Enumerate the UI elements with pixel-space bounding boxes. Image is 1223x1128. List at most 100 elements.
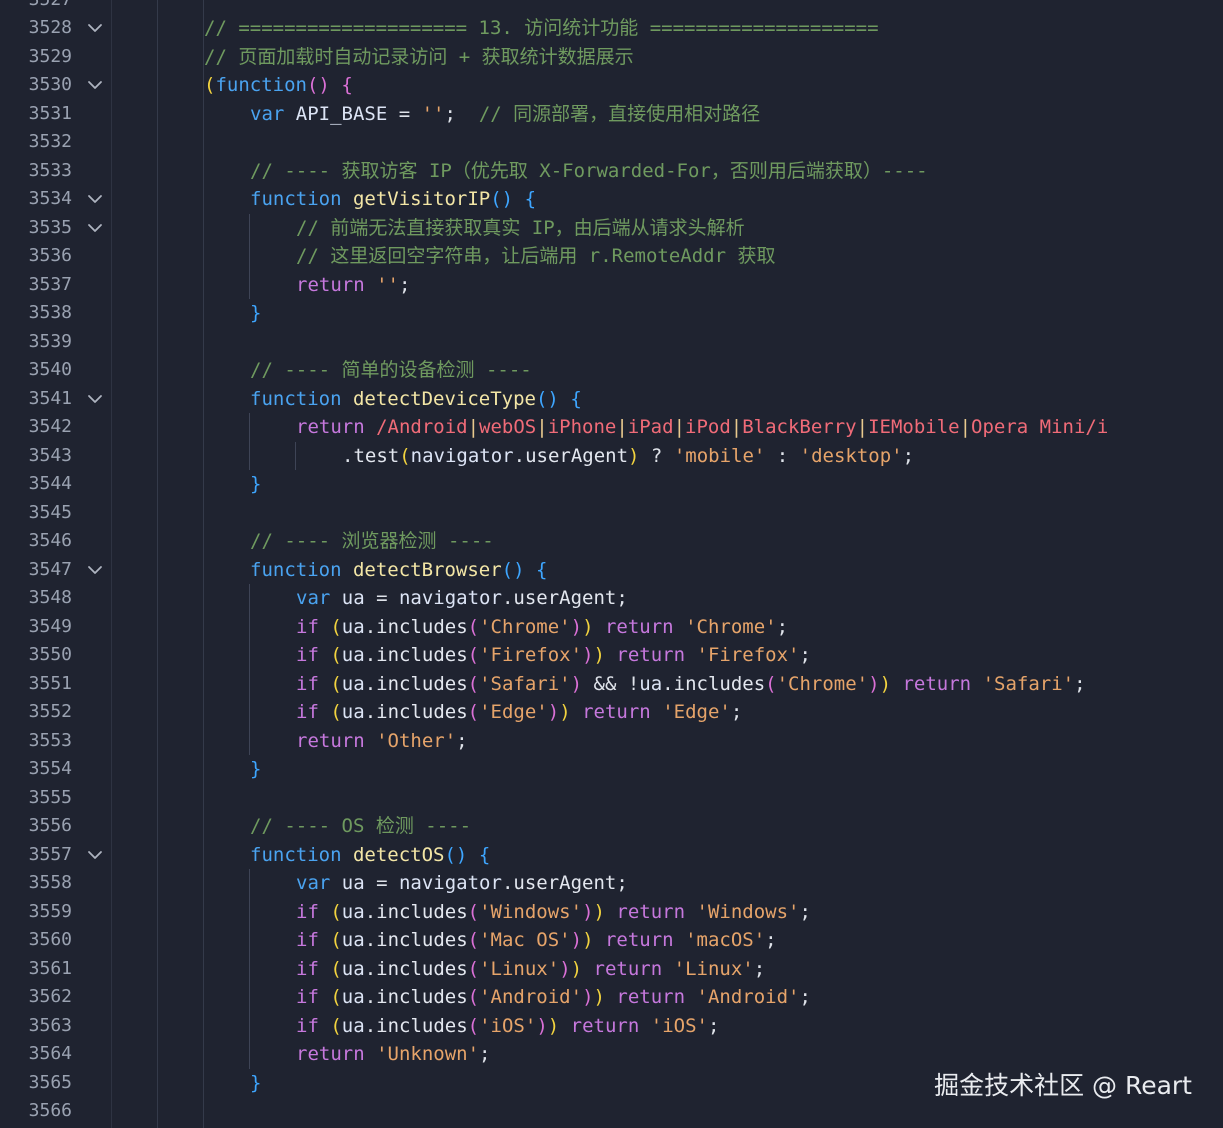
code-line[interactable]: 3537 return ''; (0, 270, 1223, 300)
code-text[interactable]: function getVisitorIP() { (250, 185, 536, 214)
code-line[interactable]: 3559 if (ua.includes('Windows')) return '… (0, 897, 1223, 927)
code-text[interactable]: // ---- 简单的设备检测 ---- (250, 356, 532, 385)
code-line[interactable]: 3539 (0, 328, 1223, 357)
code-text[interactable]: if (ua.includes('Linux')) return 'Linux'… (296, 955, 765, 984)
code-text[interactable]: } (250, 1069, 261, 1098)
line-number[interactable]: 3550 (0, 641, 72, 670)
line-number[interactable]: 3555 (0, 784, 72, 813)
code-line[interactable]: 3531 var API_BASE = ''; // 同源部署，直接使用相对路径 (0, 100, 1223, 129)
line-number[interactable]: 3566 (0, 1097, 72, 1126)
code-text[interactable]: // ---- 获取访客 IP（优先取 X-Forwarded-For，否则用后… (250, 157, 928, 186)
code-line[interactable]: 3529 // 页面加载时自动记录访问 + 获取统计数据展示 (0, 43, 1223, 72)
code-text[interactable]: function detectBrowser() { (250, 556, 547, 585)
line-number[interactable]: 3558 (0, 869, 72, 898)
code-line[interactable]: 3543 .test(navigator.userAgent) ? 'mobile… (0, 441, 1223, 471)
code-text[interactable]: var ua = navigator.userAgent; (296, 869, 628, 898)
line-number[interactable]: 3564 (0, 1040, 72, 1069)
code-line[interactable]: 3563 if (ua.includes('iOS')) return 'iOS'… (0, 1011, 1223, 1041)
chevron-down-icon[interactable] (84, 556, 106, 585)
line-number[interactable]: 3547 (0, 556, 72, 585)
code-text[interactable]: if (ua.includes('Edge')) return 'Edge'; (296, 698, 742, 727)
code-text[interactable]: // 前端无法直接获取真实 IP，由后端从请求头解析 (296, 214, 745, 243)
line-number[interactable]: 3538 (0, 299, 72, 328)
code-text[interactable]: if (ua.includes('Windows')) return 'Wind… (296, 898, 811, 927)
line-number[interactable]: 3527 (0, 0, 72, 14)
code-text[interactable]: } (250, 470, 261, 499)
code-line[interactable]: 3541 function detectDeviceType() { (0, 385, 1223, 414)
code-line[interactable]: 3538} (0, 299, 1223, 328)
code-line[interactable]: 3546 // ---- 浏览器检测 ---- (0, 527, 1223, 556)
code-text[interactable]: // 页面加载时自动记录访问 + 获取统计数据展示 (204, 43, 634, 72)
code-text[interactable]: if (ua.includes('Chrome')) return 'Chrom… (296, 613, 788, 642)
code-text[interactable]: var ua = navigator.userAgent; (296, 584, 628, 613)
line-number[interactable]: 3539 (0, 328, 72, 357)
code-line[interactable]: 3527 (0, 0, 1223, 14)
code-text[interactable]: return 'Other'; (296, 727, 468, 756)
line-number[interactable]: 3557 (0, 841, 72, 870)
line-number[interactable]: 3537 (0, 271, 72, 300)
code-line[interactable]: 3561 if (ua.includes('Linux')) return 'Li… (0, 954, 1223, 984)
code-line[interactable]: 3548 var ua = navigator.userAgent; (0, 584, 1223, 613)
line-number[interactable]: 3541 (0, 385, 72, 414)
code-text[interactable]: if (ua.includes('Firefox')) return 'Fire… (296, 641, 811, 670)
code-text[interactable]: // ---- OS 检测 ---- (250, 812, 471, 841)
code-text[interactable]: if (ua.includes('Android')) return 'Andr… (296, 983, 811, 1012)
code-text[interactable]: // ---- 浏览器检测 ---- (250, 527, 494, 556)
line-number[interactable]: 3543 (0, 442, 72, 471)
line-number[interactable]: 3552 (0, 698, 72, 727)
code-text[interactable]: // 这里返回空字符串，让后端用 r.RemoteAddr 获取 (296, 242, 775, 271)
code-line[interactable]: 3560 if (ua.includes('Mac OS')) return 'm… (0, 926, 1223, 955)
line-number[interactable]: 3534 (0, 185, 72, 214)
code-text[interactable]: } (250, 299, 261, 328)
code-text[interactable]: if (ua.includes('Mac OS')) return 'macOS… (296, 926, 777, 955)
code-line[interactable]: 3558 var ua = navigator.userAgent; (0, 869, 1223, 898)
line-number[interactable]: 3560 (0, 926, 72, 955)
code-line[interactable]: 3536 // 这里返回空字符串，让后端用 r.RemoteAddr 获取 (0, 242, 1223, 271)
code-line[interactable]: 3540 // ---- 简单的设备检测 ---- (0, 356, 1223, 385)
code-text[interactable]: if (ua.includes('iOS')) return 'iOS'; (296, 1012, 719, 1041)
line-number[interactable]: 3535 (0, 214, 72, 243)
code-text[interactable]: function detectOS() { (250, 841, 490, 870)
line-number[interactable]: 3529 (0, 43, 72, 72)
code-text[interactable]: (function() { (204, 71, 353, 100)
code-line[interactable]: 3552 if (ua.includes('Edge')) return 'Edg… (0, 698, 1223, 727)
code-line[interactable]: 3544} (0, 470, 1223, 499)
code-line[interactable]: 3550 if (ua.includes('Firefox')) return '… (0, 641, 1223, 670)
code-line[interactable]: 3530 (function() { (0, 71, 1223, 100)
code-text[interactable]: if (ua.includes('Safari') && !ua.include… (296, 670, 1086, 699)
line-number[interactable]: 3530 (0, 71, 72, 100)
chevron-down-icon[interactable] (84, 71, 106, 100)
line-number[interactable]: 3563 (0, 1012, 72, 1041)
line-number[interactable]: 3546 (0, 527, 72, 556)
code-editor[interactable]: 35273528 // ==================== 13. 访问统计… (0, 0, 1223, 1128)
code-text[interactable]: .test(navigator.userAgent) ? 'mobile' : … (342, 442, 914, 471)
code-text[interactable]: var API_BASE = ''; // 同源部署，直接使用相对路径 (250, 100, 760, 129)
code-line[interactable]: 3547 function detectBrowser() { (0, 556, 1223, 585)
code-text[interactable]: return ''; (296, 271, 410, 300)
line-number[interactable]: 3565 (0, 1069, 72, 1098)
line-number[interactable]: 3554 (0, 755, 72, 784)
line-number[interactable]: 3528 (0, 14, 72, 43)
code-line[interactable]: 3532 (0, 128, 1223, 157)
code-line[interactable]: 3549 if (ua.includes('Chrome')) return 'C… (0, 612, 1223, 642)
chevron-down-icon[interactable] (84, 214, 106, 243)
line-number[interactable]: 3532 (0, 128, 72, 157)
code-text[interactable]: return 'Unknown'; (296, 1040, 491, 1069)
code-line[interactable]: 3555 (0, 784, 1223, 813)
code-line[interactable]: 3542 return /Android|webOS|iPhone|iPad|iP… (0, 413, 1223, 442)
code-line[interactable]: 3554} (0, 755, 1223, 784)
code-line[interactable]: 3553 return 'Other'; (0, 726, 1223, 756)
code-line[interactable]: 3534 function getVisitorIP() { (0, 185, 1223, 214)
code-line[interactable]: 3556 // ---- OS 检测 ---- (0, 812, 1223, 841)
code-line[interactable]: 3562 if (ua.includes('Android')) return '… (0, 983, 1223, 1012)
line-number[interactable]: 3559 (0, 898, 72, 927)
line-number[interactable]: 3551 (0, 670, 72, 699)
line-number[interactable]: 3562 (0, 983, 72, 1012)
line-number[interactable]: 3536 (0, 242, 72, 271)
line-number[interactable]: 3540 (0, 356, 72, 385)
chevron-down-icon[interactable] (84, 385, 106, 414)
code-line[interactable]: 3528 // ==================== 13. 访问统计功能 =… (0, 14, 1223, 43)
line-number[interactable]: 3545 (0, 499, 72, 528)
code-text[interactable]: // ==================== 13. 访问统计功能 =====… (204, 14, 879, 43)
line-number[interactable]: 3549 (0, 613, 72, 642)
